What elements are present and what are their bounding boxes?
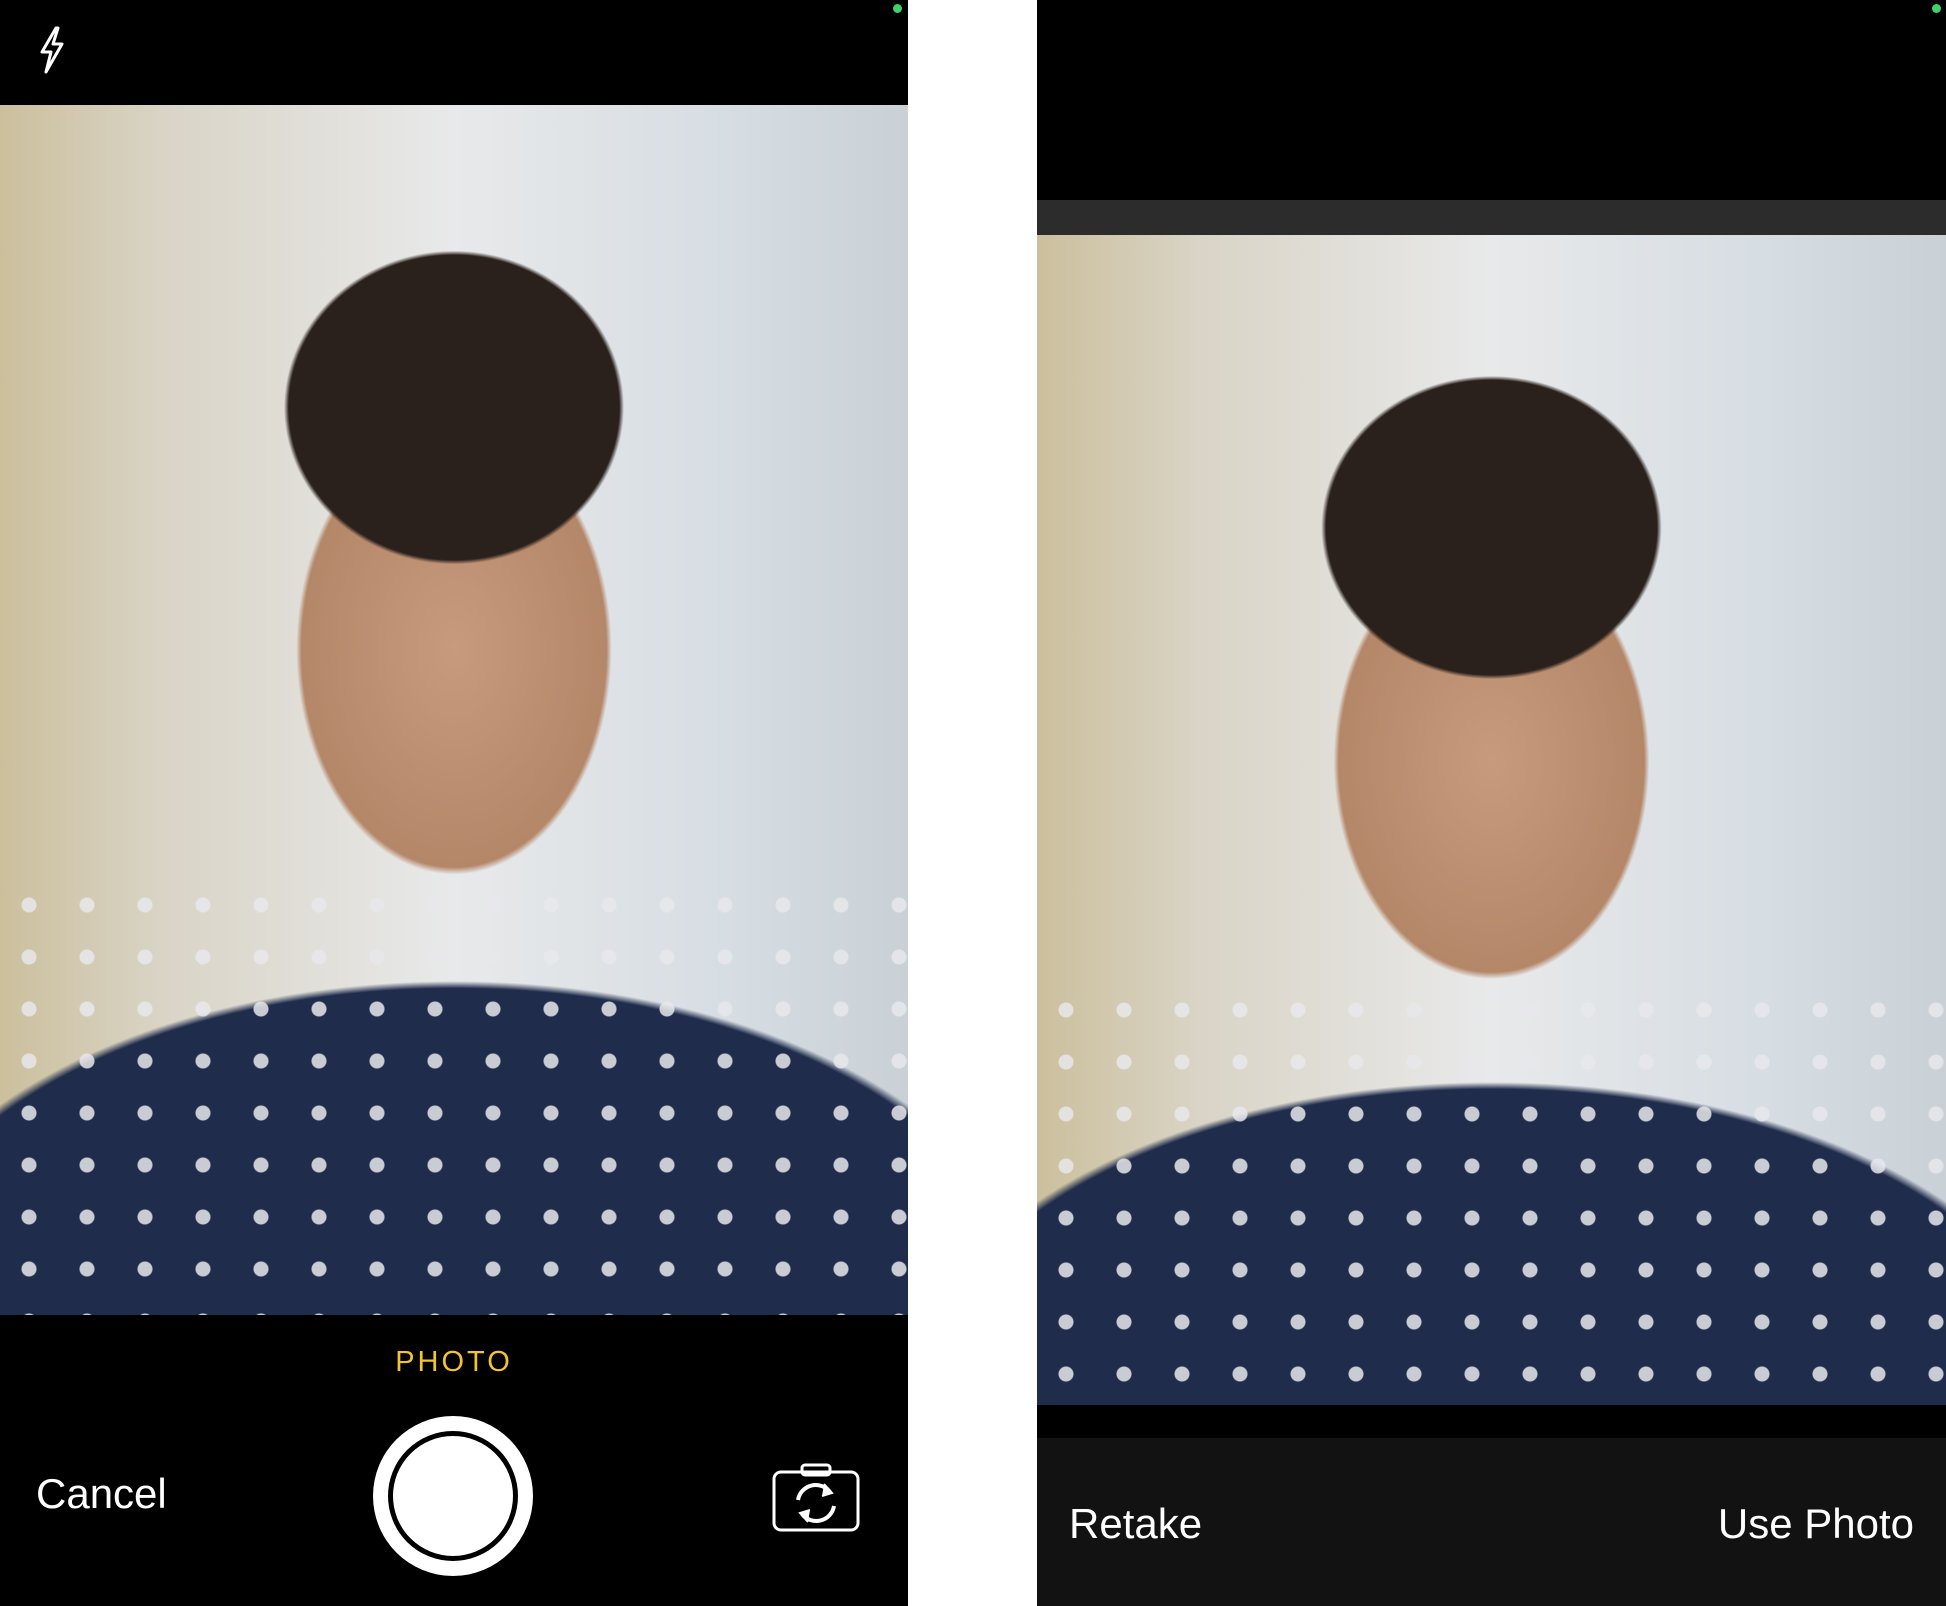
shutter-button[interactable] [373,1416,533,1576]
use-photo-button[interactable]: Use Photo [1718,1500,1914,1548]
captured-photo [1037,235,1946,1405]
photo-review-screen: Retake Use Photo [1037,0,1946,1606]
shutter-inner-ring [388,1431,518,1561]
flash-icon[interactable] [36,26,68,74]
camera-capture-screen: PHOTO Cancel [0,0,908,1606]
shirt-pattern [1037,983,1946,1405]
photo-mode-label[interactable]: PHOTO [0,1346,908,1379]
top-bar [1037,0,1946,198]
camera-in-use-indicator [1932,4,1941,13]
camera-viewfinder [0,105,908,1315]
crop-band [1037,200,1946,235]
camera-in-use-indicator [893,4,902,13]
retake-button[interactable]: Retake [1069,1500,1202,1548]
cancel-button[interactable]: Cancel [36,1470,167,1518]
camera-switch-icon[interactable] [772,1462,860,1532]
shirt-pattern [0,879,908,1315]
